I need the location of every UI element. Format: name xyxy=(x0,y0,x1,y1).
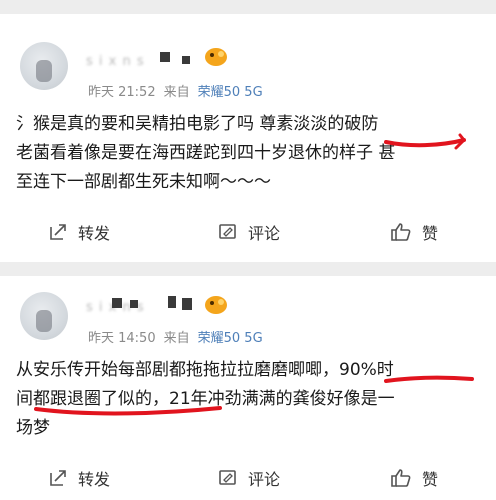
content-line: 场梦 xyxy=(16,418,50,438)
like-button[interactable]: 赞 xyxy=(390,460,438,496)
comment-label: 评论 xyxy=(248,224,281,243)
repost-icon xyxy=(50,470,66,486)
redacted-block xyxy=(168,296,176,308)
comment-label: 评论 xyxy=(248,470,281,489)
avatar[interactable] xyxy=(20,292,68,340)
post-time: 昨天 21:52 xyxy=(88,85,156,100)
like-label: 赞 xyxy=(422,224,439,243)
post-time: 昨天 14:50 xyxy=(88,331,156,346)
redacted-block xyxy=(112,298,122,308)
source-prefix: 来自 xyxy=(163,331,190,346)
comment-icon xyxy=(219,470,236,485)
post-content[interactable]: 氵猴是真的要和吴精拍电影了吗 尊素淡淡的破防 老菌看着像是要在海西蹉跎到四十岁退… xyxy=(16,110,482,197)
comment-icon xyxy=(219,224,236,239)
redacted-block xyxy=(182,298,192,310)
action-bar: 转发 评论 赞 xyxy=(0,460,496,496)
like-icon xyxy=(391,223,411,241)
redacted-block xyxy=(160,52,170,62)
repost-button[interactable]: 转发 xyxy=(48,214,110,250)
like-icon xyxy=(391,469,411,487)
repost-icon xyxy=(50,224,66,240)
comment-button[interactable]: 评论 xyxy=(218,214,280,250)
like-button[interactable]: 赞 xyxy=(390,214,438,250)
like-label: 赞 xyxy=(422,470,439,489)
content-line: 至连下一部剧都生死未知啊～～～ xyxy=(16,172,271,192)
comment-button[interactable]: 评论 xyxy=(218,460,280,496)
content-line: 老菌看着像是要在海西蹉跎到四十岁退休的样子 甚 xyxy=(16,143,396,163)
emoji-icon xyxy=(205,48,227,66)
device-link[interactable]: 荣耀50 5G xyxy=(198,331,263,346)
username-blurred[interactable]: s i x n s xyxy=(86,54,145,69)
action-bar: 转发 评论 赞 xyxy=(0,214,496,250)
weibo-post-1[interactable]: s i x n s 昨天 21:52 来自 荣耀50 5G 氵猴是真的要和吴精拍电影… xyxy=(0,14,496,262)
post-content[interactable]: 从安乐传开始每部剧都拖拖拉拉磨磨唧唧，90%时 间都跟退圈了似的，21年冲劲满满… xyxy=(16,356,482,443)
content-line: 从安乐传开始每部剧都拖拖拉拉磨磨唧唧，90%时 xyxy=(16,360,394,380)
content-line: 间都跟退圈了似的，21年冲劲满满的龚俊好像是一 xyxy=(16,389,395,409)
content-line: 氵猴是真的要和吴精拍电影了吗 尊素淡淡的破防 xyxy=(16,114,379,134)
redacted-block xyxy=(182,56,190,64)
repost-label: 转发 xyxy=(78,224,111,243)
weibo-post-2[interactable]: s i x n s 昨天 14:50来自荣耀50 5G 从安乐传开始每部剧都拖拖… xyxy=(0,276,496,500)
repost-button[interactable]: 转发 xyxy=(48,460,110,496)
redacted-block xyxy=(130,300,138,308)
emoji-icon xyxy=(205,296,227,314)
source-prefix: 来自 xyxy=(163,85,190,100)
device-link[interactable]: 荣耀50 5G xyxy=(198,85,263,100)
avatar[interactable] xyxy=(20,42,68,90)
post-meta: 昨天 21:52 来自 荣耀50 5G xyxy=(88,81,263,100)
post-meta: 昨天 14:50 来自 荣耀50 5G xyxy=(88,327,263,346)
repost-label: 转发 xyxy=(78,470,111,489)
